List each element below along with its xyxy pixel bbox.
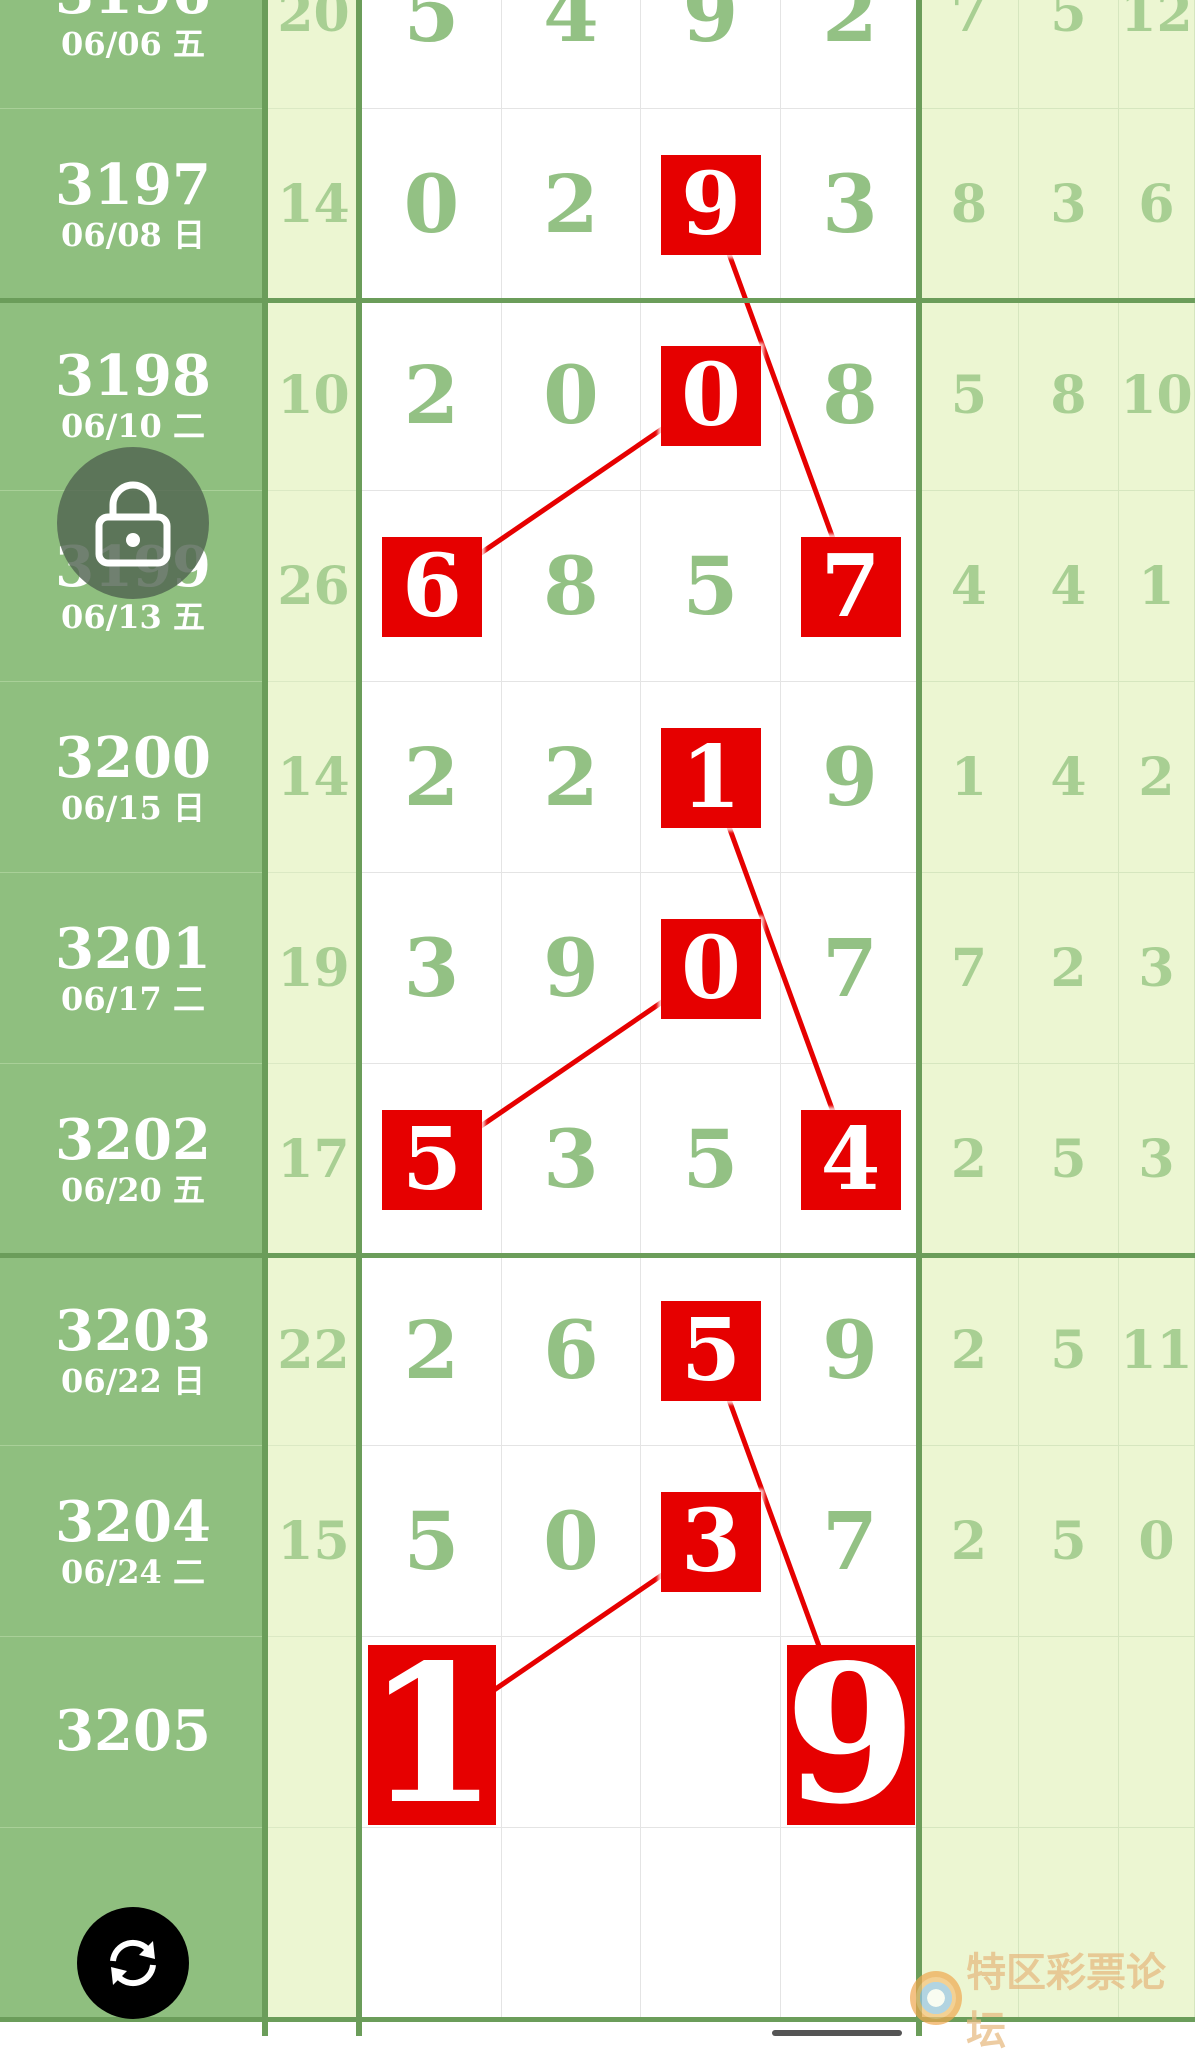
lottery-trend-board: 319606/06 五2054927512319706/08 日14029383… xyxy=(0,0,1195,2036)
highlight-digit: 3 xyxy=(661,1491,761,1592)
highlight-digit: 5 xyxy=(661,1300,761,1401)
highlight-digit: 5 xyxy=(382,1109,482,1210)
column-divider xyxy=(916,0,922,2036)
column-divider xyxy=(262,0,268,2036)
forum-watermark: 特区彩票论坛 xyxy=(910,1950,1195,2054)
highlight-digit: 4 xyxy=(800,1109,901,1210)
highlight-digit: 0 xyxy=(661,918,761,1019)
refresh-button[interactable] xyxy=(77,1907,189,2019)
refresh-icon xyxy=(110,1939,156,1987)
highlight-digit: 7 xyxy=(800,536,901,637)
group-divider xyxy=(0,298,1195,303)
column-divider xyxy=(356,0,362,2036)
predicted-digit: 1 xyxy=(365,1623,499,1846)
watermark-text: 特区彩票论坛 xyxy=(966,1950,1167,2054)
highlight-digit: 1 xyxy=(661,727,761,828)
group-divider xyxy=(0,1253,1195,1258)
forum-logo-icon xyxy=(910,1971,963,2025)
home-indicator xyxy=(772,2030,902,2036)
lock-icon xyxy=(95,481,171,567)
predicted-digit: 9 xyxy=(784,1623,917,1846)
trend-lines xyxy=(430,203,853,1735)
highlight-digit: 9 xyxy=(661,154,761,255)
highlight-digit: 0 xyxy=(661,345,761,446)
highlight-digit: 6 xyxy=(382,536,482,637)
lock-button[interactable] xyxy=(57,447,209,599)
